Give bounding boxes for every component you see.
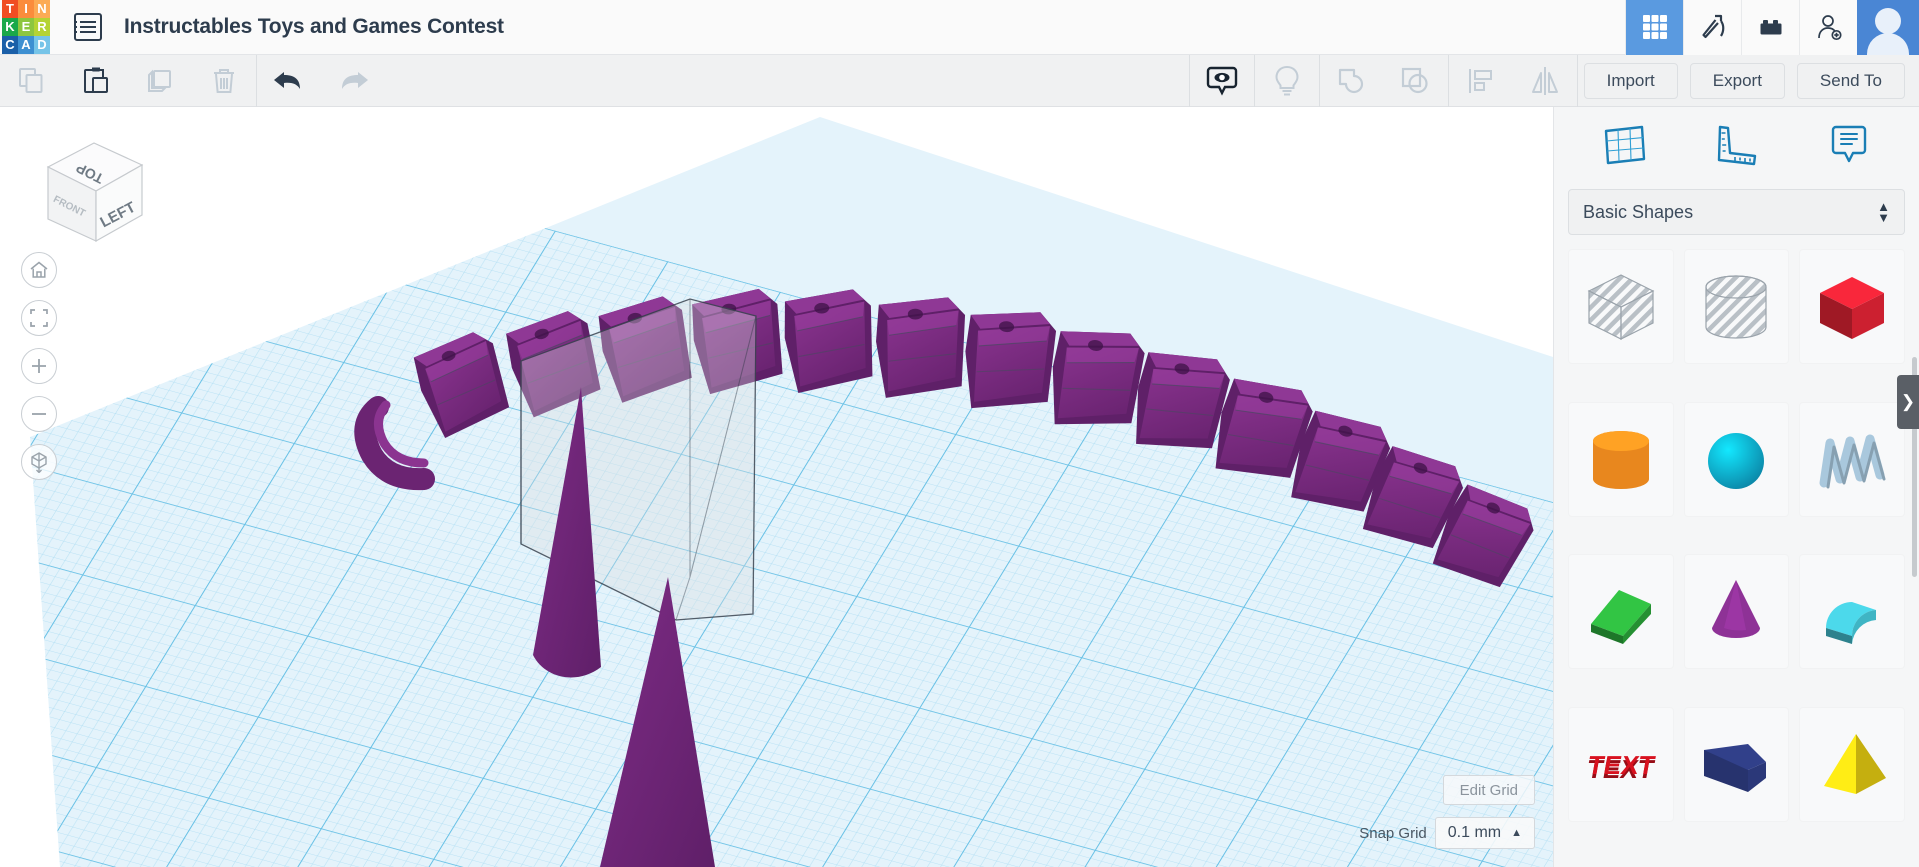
logo-tile-r: R bbox=[34, 17, 50, 36]
svg-text:TEXT: TEXT bbox=[1585, 750, 1657, 780]
send-to-button[interactable]: Send To bbox=[1796, 62, 1905, 99]
top-bar-actions bbox=[1625, 0, 1919, 55]
group-icon[interactable] bbox=[1320, 55, 1384, 107]
chevron-updown-icon: ▲ ▼ bbox=[1877, 199, 1890, 225]
shape-sphere[interactable] bbox=[1683, 401, 1790, 517]
lego-brick-icon[interactable] bbox=[1741, 0, 1799, 55]
shape-polygon[interactable] bbox=[1683, 706, 1790, 822]
snap-grid-value: 0.1 mm bbox=[1447, 824, 1502, 841]
pickaxe-icon[interactable] bbox=[1683, 0, 1741, 55]
logo-tile-t: T bbox=[2, 0, 18, 18]
tinkercad-app: TINKERCAD Instructables Toys and Games C… bbox=[0, 0, 1919, 867]
snap-grid-label: Snap Grid bbox=[1359, 824, 1427, 842]
align-icon[interactable] bbox=[1449, 55, 1513, 107]
logo-tile-e: E bbox=[18, 17, 34, 36]
shape-round-roof[interactable] bbox=[1799, 554, 1905, 669]
design-list-icon[interactable] bbox=[74, 13, 102, 41]
model-mug[interactable] bbox=[960, 306, 1057, 415]
chevron-up-icon: ▲ bbox=[1511, 827, 1522, 839]
shape-text[interactable]: TEXT TEXT bbox=[1568, 706, 1674, 822]
snap-grid-select[interactable]: 0.1 mm ▲ bbox=[1434, 817, 1535, 849]
logo-tile-c: C bbox=[2, 35, 18, 54]
home-view-icon[interactable] bbox=[21, 252, 57, 288]
logo-tile-n: N bbox=[34, 0, 50, 18]
zoom-in-icon[interactable] bbox=[21, 348, 57, 384]
add-user-icon[interactable] bbox=[1799, 0, 1857, 55]
gallery-grid-icon[interactable] bbox=[1625, 0, 1683, 55]
ruler-icon[interactable] bbox=[1707, 118, 1765, 172]
import-button[interactable]: Import bbox=[1583, 62, 1678, 99]
shape-category-label: Basic Shapes bbox=[1583, 201, 1694, 222]
model-mug[interactable] bbox=[1044, 322, 1147, 436]
undo-icon[interactable] bbox=[257, 55, 321, 107]
lightbulb-icon[interactable] bbox=[1255, 55, 1319, 107]
tinkercad-logo[interactable]: TINKERCAD bbox=[2, 0, 50, 55]
shape-cylinder[interactable] bbox=[1568, 401, 1674, 517]
shape-category-select[interactable]: Basic Shapes ▲ ▼ bbox=[1568, 189, 1905, 235]
model-mug[interactable] bbox=[875, 296, 966, 399]
top-bar: TINKERCAD Instructables Toys and Games C… bbox=[0, 0, 1919, 55]
ungroup-icon[interactable] bbox=[1384, 55, 1448, 107]
edit-toolbar: Import Export Send To bbox=[0, 54, 1919, 107]
fit-to-view-icon[interactable] bbox=[21, 300, 57, 336]
shapes-panel: Basic Shapes ▲ ▼ TEXT TEXT bbox=[1553, 107, 1919, 867]
toolbar-buttons: Import Export Send To bbox=[1578, 62, 1919, 99]
snap-grid-control: Snap Grid 0.1 mm ▲ bbox=[1359, 817, 1535, 849]
shape-roof[interactable] bbox=[1568, 554, 1674, 669]
logo-tile-k: K bbox=[2, 17, 18, 36]
workplane-3d-scene[interactable] bbox=[0, 107, 1553, 867]
shape-pyramid[interactable] bbox=[1799, 706, 1905, 822]
design-canvas[interactable]: TOP LEFT FRONT Edit Grid Snap Grid 0.1 m… bbox=[0, 107, 1553, 867]
logo-tile-a: A bbox=[18, 35, 34, 54]
model-mug[interactable] bbox=[782, 289, 875, 394]
copy-icon[interactable] bbox=[0, 55, 64, 107]
shape-hole-cylinder[interactable] bbox=[1683, 249, 1790, 364]
show-hide-icon[interactable] bbox=[1190, 55, 1254, 107]
duplicate-icon[interactable] bbox=[128, 55, 192, 107]
ortho-perspective-icon[interactable] bbox=[21, 444, 57, 480]
shape-hole-box[interactable] bbox=[1568, 249, 1674, 364]
mirror-icon[interactable] bbox=[1513, 55, 1577, 107]
export-button[interactable]: Export bbox=[1689, 62, 1785, 99]
zoom-out-icon[interactable] bbox=[21, 396, 57, 432]
logo-tile-d: D bbox=[34, 35, 50, 54]
paste-icon[interactable] bbox=[64, 55, 128, 107]
delete-icon[interactable] bbox=[192, 55, 256, 107]
edit-grid-button[interactable]: Edit Grid bbox=[1442, 775, 1535, 805]
page-title: Instructables Toys and Games Contest bbox=[124, 15, 504, 38]
user-avatar[interactable] bbox=[1857, 0, 1919, 55]
shape-cone[interactable] bbox=[1683, 554, 1790, 669]
shapes-grid: TEXT TEXT bbox=[1568, 249, 1905, 849]
view-cube[interactable]: TOP LEFT FRONT bbox=[30, 129, 144, 243]
note-icon[interactable] bbox=[1820, 118, 1878, 172]
shape-scribble[interactable] bbox=[1799, 401, 1905, 517]
panel-tool-icons bbox=[1554, 107, 1919, 183]
logo-tile-i: I bbox=[18, 0, 34, 18]
shape-box[interactable] bbox=[1799, 249, 1905, 364]
workplane-icon[interactable] bbox=[1595, 118, 1653, 172]
redo-icon[interactable] bbox=[321, 55, 385, 107]
panel-collapse-toggle[interactable]: ❯ bbox=[1897, 375, 1919, 429]
